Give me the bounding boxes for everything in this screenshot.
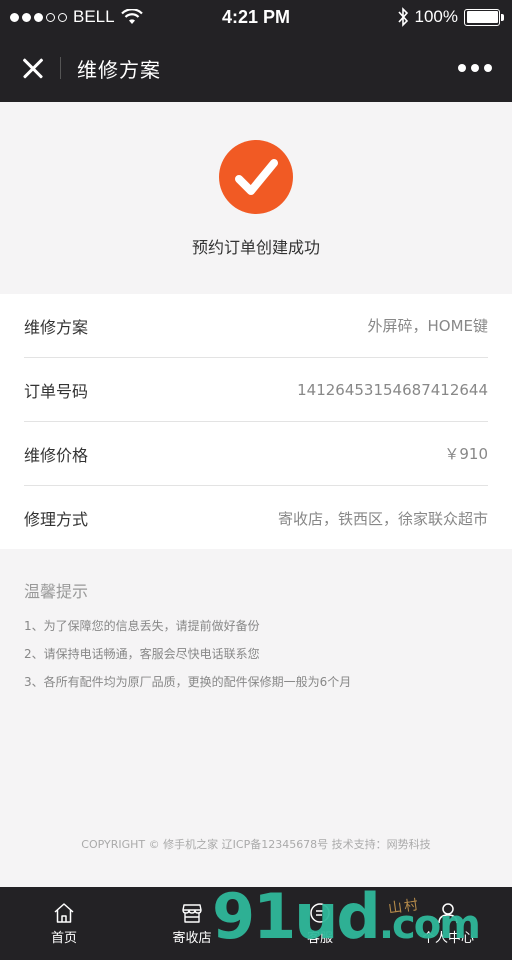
page-title: 维修方案 bbox=[77, 57, 161, 82]
info-value: 14126453154687412644 bbox=[297, 380, 488, 399]
home-icon bbox=[54, 902, 74, 923]
carrier-name: BELL bbox=[73, 7, 115, 26]
tab-label: 寄收店 bbox=[172, 930, 212, 946]
info-value: ￥910 bbox=[444, 445, 488, 463]
more-dot-icon bbox=[484, 64, 492, 72]
status-left: BELL bbox=[10, 7, 143, 27]
info-label: 订单号码 bbox=[24, 381, 89, 401]
tab-bar: 首页 寄收店 客服 个人中心 bbox=[0, 887, 512, 960]
info-value: 寄收店，铁西区，徐家联众超市 bbox=[277, 509, 488, 528]
battery-icon bbox=[464, 8, 504, 26]
tab-home[interactable]: 首页 bbox=[0, 887, 128, 960]
tips-title: 温馨提示 bbox=[24, 582, 89, 601]
tip-item: 3、各所有配件均为原厂品质，更换的配件保修期一般为6个月 bbox=[24, 675, 352, 689]
close-button[interactable] bbox=[22, 57, 44, 79]
more-options-button[interactable] bbox=[458, 64, 492, 72]
info-row-repair-method: 修理方式 寄收店，铁西区，徐家联众超市 bbox=[24, 486, 488, 550]
tab-label: 个人中心 bbox=[421, 930, 474, 946]
info-label: 维修方案 bbox=[24, 317, 89, 337]
success-section: 预约订单创建成功 bbox=[0, 102, 512, 294]
chat-icon bbox=[310, 902, 330, 923]
info-row-price: 维修价格 ￥910 bbox=[24, 422, 488, 486]
info-label: 维修价格 bbox=[24, 445, 89, 465]
tips-section: 温馨提示 1、为了保障您的信息丢失，请提前做好备份 2、请保持电话畅通，客服会尽… bbox=[24, 578, 494, 696]
info-label: 修理方式 bbox=[24, 510, 89, 529]
order-info-list: 维修方案 外屏碎，HOME键 订单号码 14126453154687412644… bbox=[0, 294, 512, 549]
tab-store[interactable]: 寄收店 bbox=[128, 887, 256, 960]
tip-item: 2、请保持电话畅通，客服会尽快电话联系您 bbox=[24, 647, 260, 661]
more-dot-icon bbox=[458, 64, 466, 72]
store-icon bbox=[182, 903, 202, 923]
status-bar: BELL 4:21 PM 100% bbox=[0, 0, 512, 34]
success-check-icon bbox=[219, 140, 293, 214]
tab-profile[interactable]: 个人中心 bbox=[384, 887, 512, 960]
more-dot-icon bbox=[471, 64, 479, 72]
success-message: 预约订单创建成功 bbox=[191, 238, 320, 257]
nav-bar: 维修方案 bbox=[0, 34, 512, 102]
info-row-repair-plan: 维修方案 外屏碎，HOME键 bbox=[24, 294, 488, 358]
tip-item: 1、为了保障您的信息丢失，请提前做好备份 bbox=[24, 619, 260, 633]
bluetooth-icon bbox=[397, 7, 408, 27]
tab-label: 首页 bbox=[50, 930, 77, 946]
copyright-text: COPYRIGHT © 修手机之家 辽ICP备12345678号 技术支持：网势… bbox=[81, 838, 431, 851]
battery-percent: 100% bbox=[414, 7, 458, 26]
info-row-order-number: 订单号码 14126453154687412644 bbox=[24, 358, 488, 422]
wifi-icon bbox=[120, 9, 143, 24]
tab-customer-service[interactable]: 客服 bbox=[256, 887, 384, 960]
user-icon bbox=[438, 902, 458, 923]
signal-strength-icon bbox=[10, 12, 67, 22]
nav-divider bbox=[60, 57, 61, 79]
tab-label: 客服 bbox=[306, 930, 333, 946]
status-right: 100% bbox=[397, 7, 504, 27]
info-value: 外屏碎，HOME键 bbox=[367, 317, 488, 335]
